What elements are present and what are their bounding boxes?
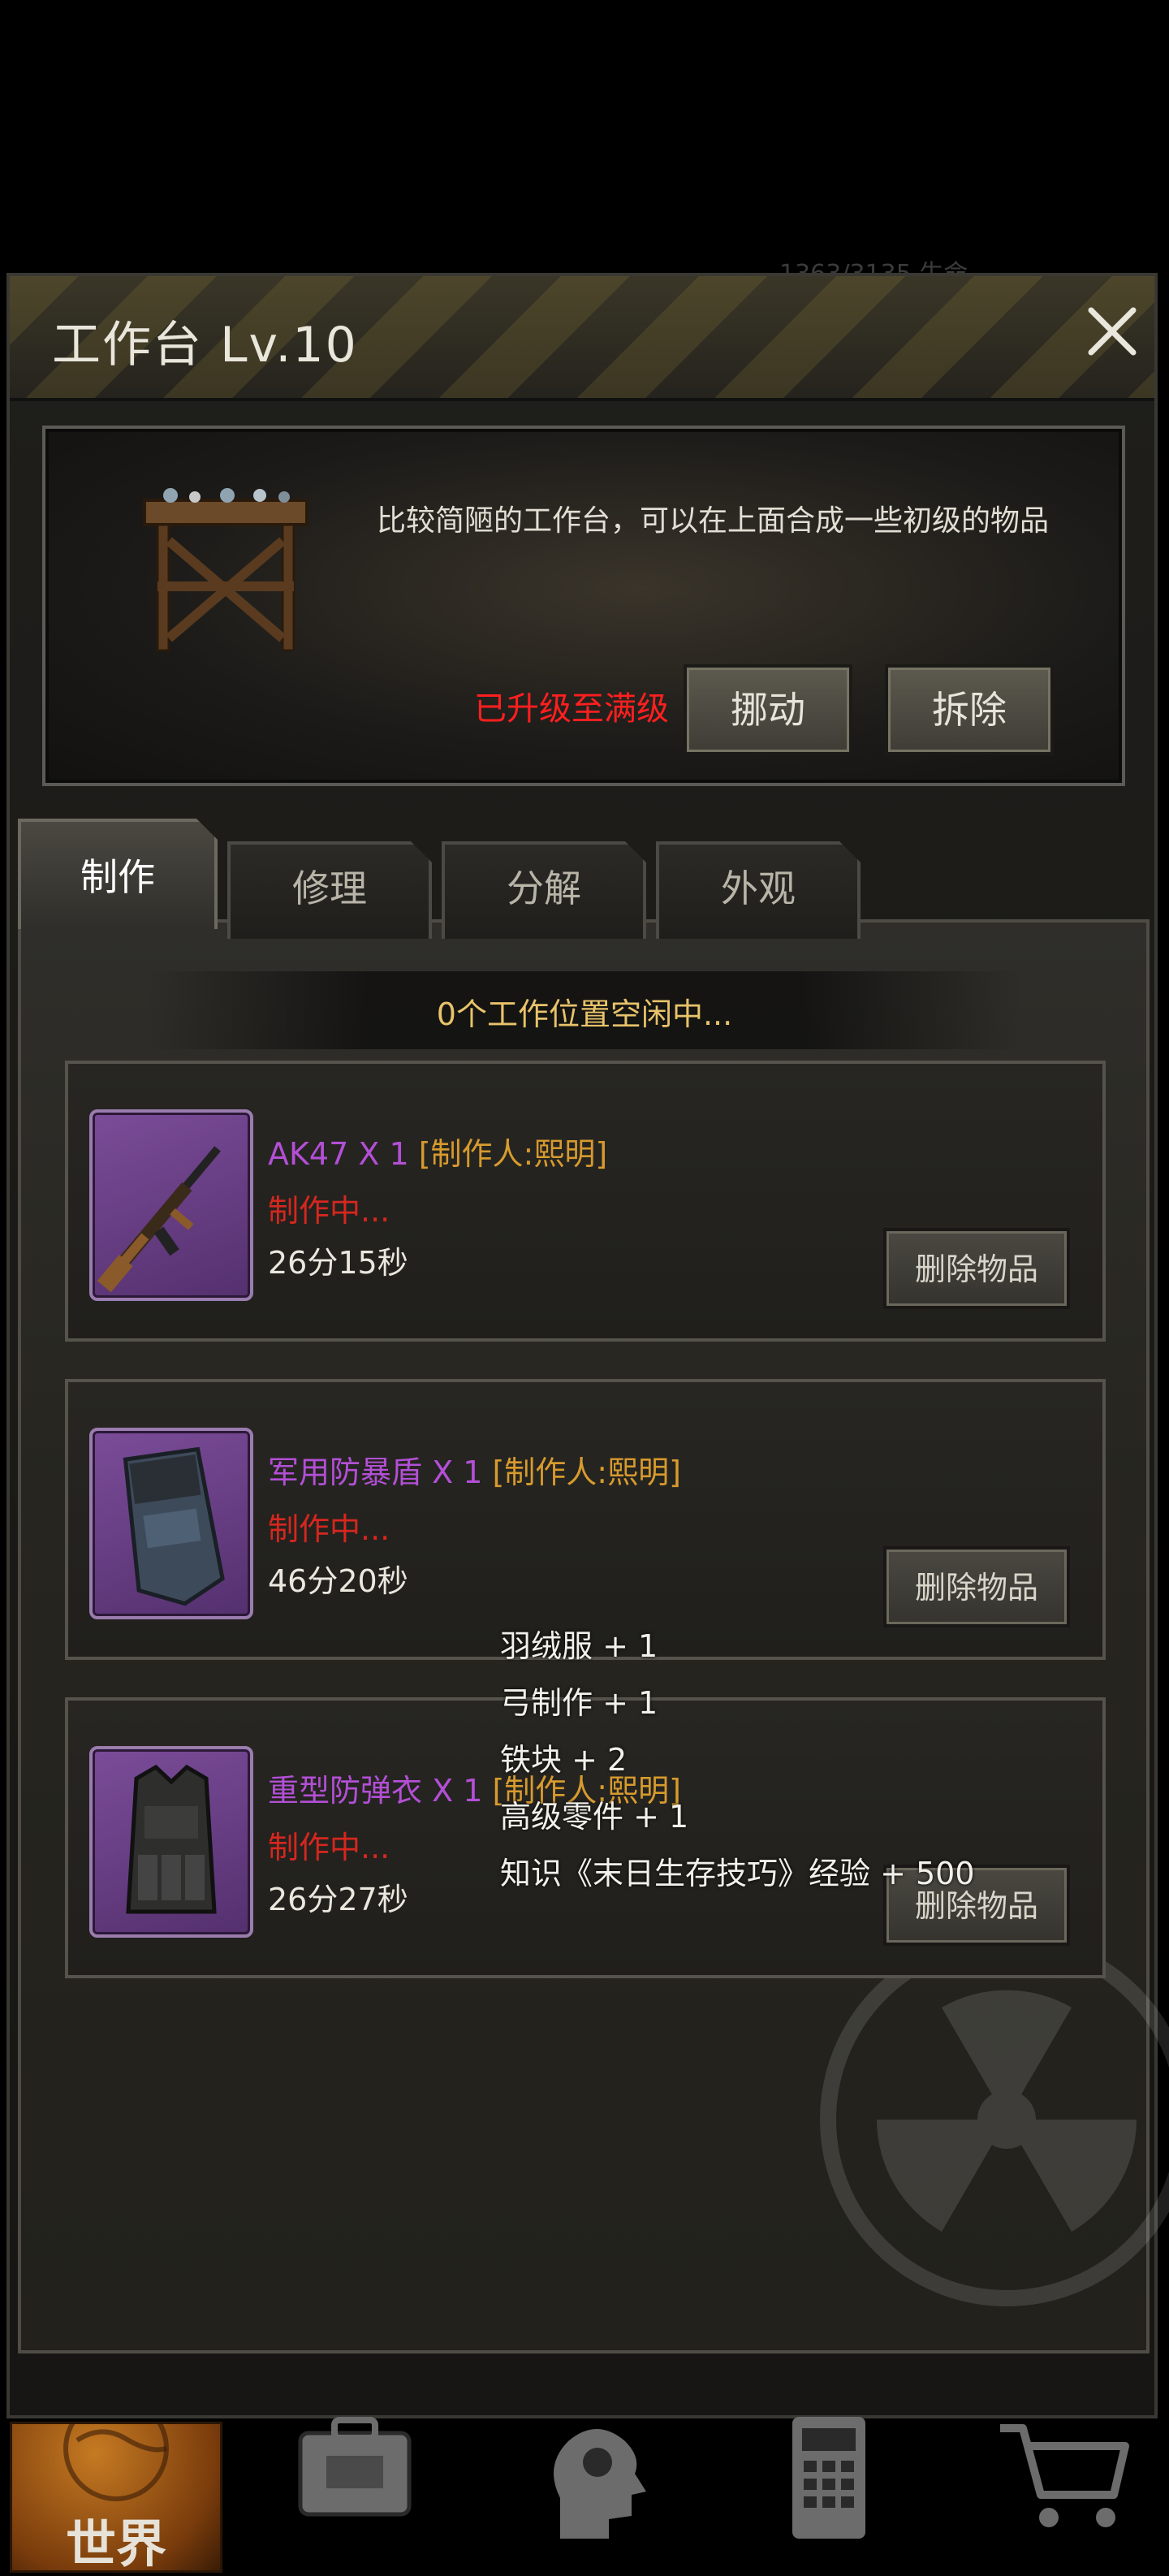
reward-text: 高级零件 + 1 [500, 1799, 689, 1835]
craft-state: 制作中... [268, 1511, 390, 1547]
shopping-cart-icon [1000, 2424, 1129, 2527]
globe-icon [63, 2396, 169, 2501]
nav-phone-button[interactable] [760, 2417, 898, 2539]
nav-world-label: 世界 [65, 2514, 166, 2574]
workbench-description: 比较简陋的工作台，可以在上面合成一些初级的物品 [377, 504, 1050, 538]
craft-state: 制作中... [268, 1830, 390, 1865]
craft-time-remaining: 26分15秒 [268, 1245, 408, 1281]
item-thumbnail [89, 1746, 253, 1938]
dismantle-button[interactable]: 拆除 [885, 664, 1054, 755]
phone-icon [792, 2417, 865, 2539]
move-button[interactable]: 挪动 [684, 664, 852, 755]
reward-text: 羽绒服 + 1 [500, 1628, 658, 1664]
close-icon [1088, 307, 1137, 356]
max-level-text: 已升级至满级 [474, 690, 669, 728]
delete-item-button[interactable]: 删除物品 [883, 1546, 1070, 1627]
workbench-icon [138, 484, 317, 663]
craft-time-remaining: 26分27秒 [268, 1882, 408, 1917]
item-maker: [制作人:熙明] [418, 1136, 608, 1172]
tab-decompose[interactable]: 分解 [442, 841, 646, 939]
item-name: AK47 X 1 [268, 1136, 409, 1172]
nav-shop-button[interactable] [995, 2417, 1133, 2539]
nav-backpack-button[interactable] [286, 2417, 424, 2539]
riot-shield-icon [123, 1446, 225, 1606]
rifle-icon [97, 1146, 221, 1293]
item-thumbnail [89, 1109, 253, 1301]
craft-state: 制作中... [268, 1193, 390, 1229]
nav-character-button[interactable] [528, 2417, 666, 2539]
body-armor-icon [126, 1764, 217, 1914]
radiation-watermark-icon [820, 1933, 1169, 2306]
item-name: 重型防弹衣 X 1 [268, 1773, 483, 1809]
delete-item-button[interactable]: 删除物品 [883, 1228, 1070, 1309]
craft-time-remaining: 46分20秒 [268, 1563, 408, 1599]
reward-text: 弓制作 + 1 [500, 1685, 658, 1721]
close-button[interactable] [1080, 299, 1145, 364]
item-name: 军用防暴盾 X 1 [268, 1454, 483, 1490]
craft-item-title: 军用防暴盾 X 1 [制作人:熙明] [268, 1447, 681, 1492]
tab-repair[interactable]: 修理 [227, 841, 432, 939]
reward-text: 知识《末日生存技巧》经验 + 500 [500, 1856, 975, 1891]
backpack-icon [298, 2417, 412, 2517]
character-head-icon [554, 2429, 646, 2539]
item-maker: [制作人:熙明] [492, 1454, 681, 1490]
idle-slots-status: 0个工作位置空闲中... [436, 996, 733, 1032]
craft-item-title: AK47 X 1 [制作人:熙明] [268, 1129, 607, 1173]
tab-appearance[interactable]: 外观 [656, 841, 861, 939]
item-thumbnail [89, 1428, 253, 1619]
reward-text: 铁块 + 2 [500, 1742, 628, 1778]
window-title: 工作台 Lv.10 [52, 317, 358, 374]
tab-craft[interactable]: 制作 [18, 819, 218, 929]
